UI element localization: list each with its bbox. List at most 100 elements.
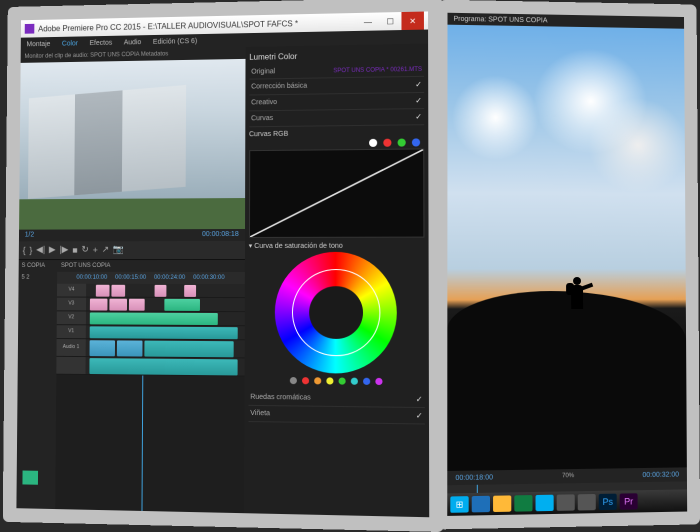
tick-1: 00:00:15:00 (115, 275, 146, 281)
track-head-a2[interactable] (56, 357, 85, 374)
track-a1[interactable]: Audio 1 (56, 339, 244, 358)
source-fit-label[interactable]: 1/2 (25, 232, 34, 239)
source-timecode[interactable]: 00:00:08:18 (202, 231, 239, 238)
hue-preset-dots (248, 377, 424, 386)
section-vignette[interactable]: Viñeta ✓ (248, 406, 425, 425)
app-icon[interactable] (557, 494, 575, 511)
track-v2[interactable]: V2 (57, 311, 245, 326)
program-timecode-right[interactable]: 00:00:32:00 (642, 471, 679, 479)
workspace-efectos[interactable]: Efectos (90, 39, 113, 46)
mark-in-button[interactable]: { (23, 245, 26, 255)
clip[interactable] (96, 285, 110, 297)
maximize-button[interactable]: ☐ (379, 12, 401, 30)
track-v3[interactable]: V3 (57, 297, 245, 312)
mark-out-button[interactable]: } (29, 245, 32, 255)
hue-dot[interactable] (302, 377, 309, 384)
skype-icon[interactable] (536, 495, 554, 512)
step-back-button[interactable]: ◀| (36, 245, 45, 256)
left-monitor: Adobe Premiere Pro CC 2015 - E:\TALLER A… (3, 0, 444, 532)
section-curves[interactable]: Curvas ✓ (249, 109, 424, 127)
lumetri-clip-label[interactable]: SPOT UNS COPIA * 00261.MTS (333, 66, 422, 73)
excel-icon[interactable] (514, 495, 532, 512)
source-tab-label[interactable]: Monitor del clip de audio: SPOT UNS COPI… (24, 51, 168, 59)
sequence-tab[interactable]: SPOT UNS COPIA (61, 263, 110, 269)
hue-dot[interactable] (314, 377, 321, 384)
photoshop-icon[interactable]: Ps (599, 494, 617, 510)
project-row[interactable]: 5 2 (21, 275, 54, 281)
clip[interactable] (111, 285, 125, 297)
project-panel[interactable]: S COPIA 5 2 (16, 260, 57, 509)
rgb-curves-graph[interactable] (249, 148, 425, 238)
hue-dot[interactable] (338, 377, 345, 384)
hue-dot[interactable] (363, 378, 370, 385)
add-marker-button[interactable]: + (93, 245, 98, 255)
red-channel[interactable] (383, 139, 391, 147)
track-head-v1[interactable]: V1 (57, 325, 86, 338)
green-channel[interactable] (398, 139, 406, 147)
ie-icon[interactable] (472, 496, 490, 513)
luma-channel[interactable] (369, 139, 377, 147)
hue-dot[interactable] (326, 377, 333, 384)
track-head-v3[interactable]: V3 (57, 297, 86, 310)
clip[interactable] (90, 298, 108, 310)
play-button[interactable]: ▶ (49, 245, 56, 256)
check-icon[interactable]: ✓ (416, 411, 423, 420)
check-icon[interactable]: ✓ (415, 80, 422, 89)
program-timecode-left[interactable]: 00:00:18:00 (455, 474, 493, 482)
right-monitor: Programa: SPOT UNS COPIA 00:00:18:00 70%… (439, 0, 700, 529)
clip-audio[interactable] (89, 340, 115, 356)
clip[interactable] (109, 299, 127, 311)
clip-audio[interactable] (89, 358, 237, 375)
check-icon[interactable]: ✓ (415, 96, 422, 105)
hue-dot[interactable] (375, 378, 382, 385)
hue-saturation-wheel[interactable] (275, 252, 397, 374)
timeline-tracks[interactable]: V4 V3 (55, 284, 244, 514)
stop-button[interactable]: ■ (72, 245, 77, 255)
program-preview[interactable] (447, 25, 687, 471)
hue-dot[interactable] (290, 377, 297, 384)
premiere-taskbar-icon[interactable]: Pr (620, 493, 638, 509)
track-a2[interactable] (56, 357, 244, 377)
track-v1[interactable]: V1 (57, 325, 245, 340)
program-zoom[interactable]: 70% (562, 473, 574, 479)
clip-audio[interactable] (117, 340, 143, 356)
blue-channel[interactable] (412, 138, 420, 146)
section-wheels-label: Ruedas cromáticas (250, 394, 310, 402)
track-head-a1[interactable]: Audio 1 (56, 339, 85, 356)
camera-button[interactable]: 📷 (113, 245, 124, 256)
clip[interactable] (164, 299, 200, 311)
workspace-montaje[interactable]: Montaje (27, 40, 51, 47)
app-icon[interactable] (578, 494, 596, 511)
track-head-v4[interactable]: V4 (57, 284, 86, 297)
close-button[interactable]: ✕ (401, 12, 424, 31)
project-thumb[interactable] (22, 471, 38, 485)
check-icon[interactable]: ✓ (415, 112, 422, 121)
export-frame-button[interactable]: ↗ (102, 245, 109, 256)
workspace-color[interactable]: Color (62, 40, 78, 47)
preview-building (28, 85, 186, 199)
source-monitor-panel: Monitor del clip de audio: SPOT UNS COPI… (19, 47, 246, 260)
source-preview[interactable] (19, 59, 245, 230)
clip[interactable] (90, 312, 218, 325)
explorer-icon[interactable] (493, 495, 511, 512)
loop-button[interactable]: ↻ (81, 245, 88, 256)
time-ruler[interactable]: 00:00:10:00 00:00:15:00 00:00:24:00 00:0… (57, 272, 245, 284)
timeline-tabs[interactable]: SPOT UNS COPIA (57, 260, 245, 272)
start-button[interactable]: ⊞ (450, 496, 468, 513)
hue-dot[interactable] (351, 378, 358, 385)
track-head-v2[interactable]: V2 (57, 311, 86, 324)
track-v4[interactable]: V4 (57, 284, 245, 298)
check-icon[interactable]: ✓ (416, 395, 423, 404)
clip[interactable] (184, 285, 196, 297)
clip[interactable] (154, 285, 166, 297)
step-fwd-button[interactable]: |▶ (59, 245, 68, 256)
lumetri-master-label[interactable]: Original (251, 68, 275, 75)
workspace-edicion[interactable]: Edición (CS 6) (153, 38, 197, 46)
clip[interactable] (129, 299, 145, 311)
minimize-button[interactable]: — (357, 13, 379, 31)
window-title: Adobe Premiere Pro CC 2015 - E:\TALLER A… (38, 17, 357, 32)
clip[interactable] (90, 326, 238, 339)
preview-photographer-silhouette (563, 265, 591, 309)
workspace-audio[interactable]: Audio (124, 39, 141, 46)
clip-audio[interactable] (144, 341, 233, 358)
